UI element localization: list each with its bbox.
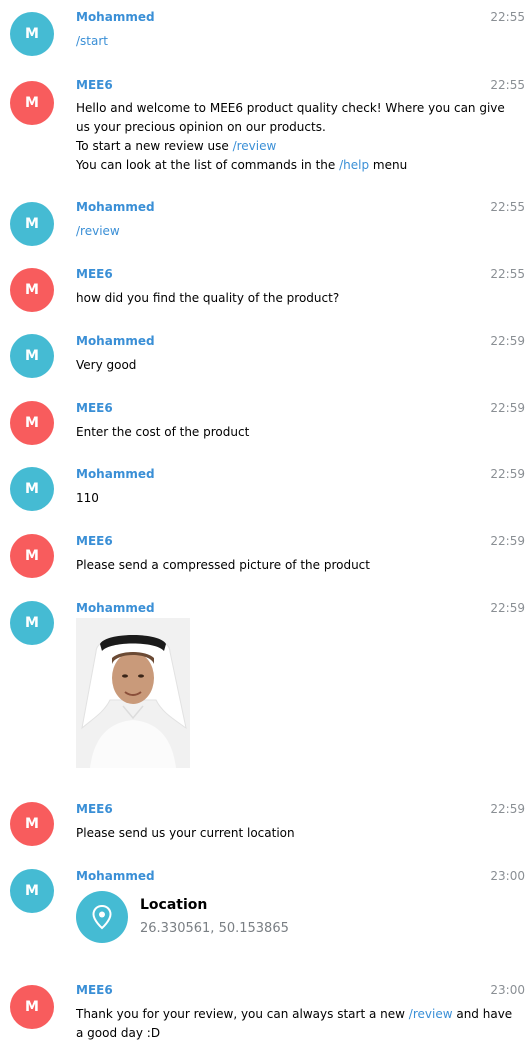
- avatar[interactable]: M: [10, 601, 54, 645]
- timestamp: 22:55: [490, 10, 525, 24]
- timestamp: 22:59: [490, 802, 525, 816]
- map-pin-icon[interactable]: [76, 891, 128, 943]
- sender-name[interactable]: Mohammed: [76, 869, 155, 883]
- text-line: and have: [456, 1007, 513, 1021]
- text-line: a good day :D: [76, 1026, 161, 1040]
- message-text: Please send a compressed picture of the …: [76, 558, 370, 572]
- avatar[interactable]: M: [10, 202, 54, 246]
- location-coordinates: 26.330561, 50.153865: [140, 921, 289, 936]
- message-text: /start: [76, 32, 519, 51]
- timestamp: 22:59: [490, 601, 525, 615]
- text-line: To start a new review use: [76, 139, 229, 153]
- timestamp: 22:55: [490, 200, 525, 214]
- timestamp: 22:59: [490, 467, 525, 481]
- text-line: us your precious opinion on our products…: [76, 120, 326, 134]
- sender-name[interactable]: MEE6: [76, 401, 113, 415]
- avatar[interactable]: M: [10, 268, 54, 312]
- sender-name[interactable]: MEE6: [76, 534, 113, 548]
- avatar[interactable]: M: [10, 401, 54, 445]
- message-text: Hello and welcome to MEE6 product qualit…: [76, 99, 519, 175]
- message-text: /review: [76, 222, 519, 241]
- timestamp: 22:55: [490, 78, 525, 92]
- chat-history: M Mohammed 22:55 /start M MEE6 22:55 Hel…: [0, 0, 529, 1040]
- command-link[interactable]: /review: [76, 224, 120, 238]
- message-text: Thank you for your review, you can alway…: [76, 1005, 519, 1043]
- timestamp: 22:59: [490, 534, 525, 548]
- photo-attachment[interactable]: [76, 618, 190, 768]
- sender-name[interactable]: Mohammed: [76, 200, 155, 214]
- timestamp: 23:00: [490, 983, 525, 997]
- location-title[interactable]: Location: [140, 897, 207, 913]
- product-photo: [76, 618, 190, 768]
- message-text: Very good: [76, 358, 137, 372]
- command-link[interactable]: /help: [339, 158, 369, 172]
- message-text: how did you find the quality of the prod…: [76, 291, 340, 305]
- text-line: menu: [372, 158, 408, 172]
- timestamp: 22:55: [490, 267, 525, 281]
- sender-name[interactable]: Mohammed: [76, 601, 155, 615]
- timestamp: 22:59: [490, 334, 525, 348]
- avatar[interactable]: M: [10, 802, 54, 846]
- sender-name[interactable]: MEE6: [76, 802, 113, 816]
- avatar[interactable]: M: [10, 869, 54, 913]
- avatar[interactable]: M: [10, 12, 54, 56]
- sender-name[interactable]: Mohammed: [76, 467, 155, 481]
- sender-name[interactable]: Mohammed: [76, 334, 155, 348]
- avatar[interactable]: M: [10, 467, 54, 511]
- text-line: You can look at the list of commands in …: [76, 158, 336, 172]
- command-link[interactable]: /start: [76, 34, 108, 48]
- avatar[interactable]: M: [10, 334, 54, 378]
- sender-name[interactable]: Mohammed: [76, 10, 155, 24]
- message-text: Enter the cost of the product: [76, 425, 250, 439]
- command-link[interactable]: /review: [409, 1007, 453, 1021]
- avatar[interactable]: M: [10, 534, 54, 578]
- sender-name[interactable]: MEE6: [76, 78, 113, 92]
- text-line: Hello and welcome to MEE6 product qualit…: [76, 101, 505, 115]
- timestamp: 22:59: [490, 401, 525, 415]
- command-link[interactable]: /review: [233, 139, 277, 153]
- sender-name[interactable]: MEE6: [76, 983, 113, 997]
- text-line: Thank you for your review, you can alway…: [76, 1007, 405, 1021]
- timestamp: 23:00: [490, 869, 525, 883]
- avatar[interactable]: M: [10, 81, 54, 125]
- sender-name[interactable]: MEE6: [76, 267, 113, 281]
- message-text: Please send us your current location: [76, 826, 295, 840]
- avatar[interactable]: M: [10, 985, 54, 1029]
- message-text: 110: [76, 491, 99, 505]
